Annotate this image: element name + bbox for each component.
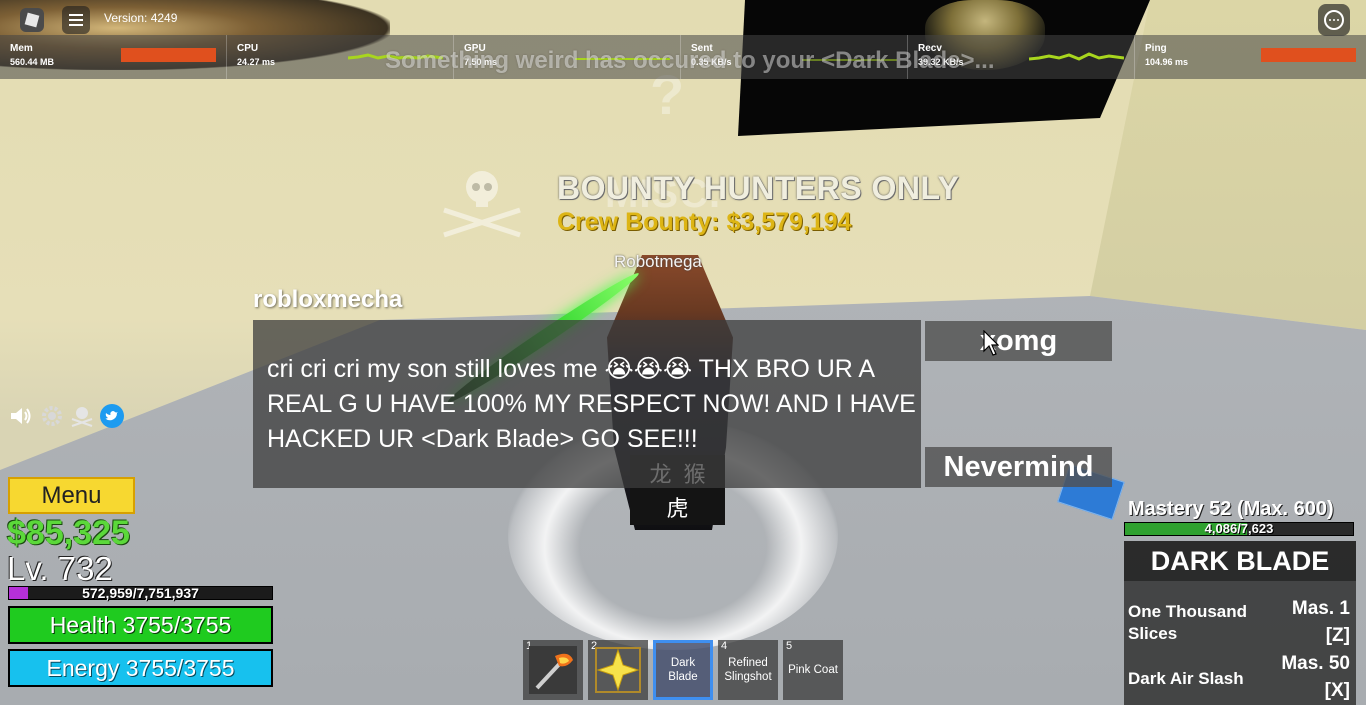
player-nametag: Robotmega	[614, 252, 702, 271]
speaker-icon[interactable]	[9, 404, 33, 428]
move-dark-air-slash[interactable]: Dark Air Slash Mas. 50 [X]	[1124, 648, 1356, 701]
stat-label: CPU	[237, 43, 259, 54]
chat-icon-line	[69, 24, 83, 26]
hotbar-slot-5[interactable]: 5 Pink Coat	[783, 640, 843, 700]
crew-skull-icon[interactable]	[70, 404, 94, 428]
dialog-option-nevermind[interactable]: Nevermind	[925, 447, 1112, 487]
mastery-bar: 4,086/7,623	[1124, 521, 1354, 536]
move-mastery: Mas. 50	[1281, 653, 1350, 674]
chat-toggle-button[interactable]	[62, 6, 90, 34]
hotbar-slot-2[interactable]: 2	[588, 640, 648, 700]
move-name: One Thousand Slices	[1128, 602, 1247, 643]
bounty-hunters-title: BOUNTY HUNTERS ONLY	[557, 170, 960, 206]
roblox-menu-button[interactable]	[20, 8, 44, 32]
gear-icon[interactable]	[40, 404, 64, 428]
weapon-panel: DARK BLADE One Thousand Slices Mas. 1 [Z…	[1124, 541, 1356, 705]
mastery-title: Mastery 52 (Max. 600)	[1128, 498, 1334, 520]
slot-label: Refined Slingshot	[724, 657, 772, 683]
chat-icon	[69, 14, 83, 16]
dialog-text: cri cri cri my son still loves me 😭😭😭 TH…	[267, 355, 916, 453]
stat-graph	[121, 48, 216, 62]
twitter-icon[interactable]	[100, 404, 124, 428]
more-options-button[interactable]	[1318, 4, 1350, 36]
stat-value: 24.27 ms	[237, 57, 276, 67]
hack-notice: Something weird has occured to your <Dar…	[385, 47, 995, 74]
hotbar-slot-1[interactable]: 1	[523, 640, 583, 700]
kanji-tiger: 虎	[666, 497, 689, 522]
stat-label: Ping	[1145, 43, 1167, 54]
stat-value: 104.96 ms	[1145, 57, 1189, 67]
dialog-option-xomg[interactable]: xomg	[925, 321, 1112, 361]
ellipsis-icon	[1324, 10, 1344, 30]
health-text: Health 3755/3755	[49, 611, 232, 638]
hotbar-slot-4[interactable]: 4 Refined Slingshot	[718, 640, 778, 700]
dialog-speaker: robloxmecha	[253, 286, 403, 313]
stat-value: 560.44 MB	[10, 57, 55, 67]
health-bar: Health 3755/3755	[8, 606, 273, 644]
roblox-logo-icon	[24, 12, 40, 28]
weapon-name: DARK BLADE	[1124, 541, 1356, 581]
stat-graph	[1261, 48, 1356, 62]
dialog-box: cri cri cri my son still loves me 😭😭😭 TH…	[253, 320, 921, 488]
move-name: Dark Air Slash	[1128, 669, 1244, 688]
stat-graph	[1029, 52, 1124, 61]
mastery-text: 4,086/7,623	[1204, 521, 1274, 536]
slot-label: Pink Coat	[788, 664, 838, 676]
energy-text: Energy 3755/3755	[46, 654, 235, 681]
menu-button[interactable]: Menu	[8, 477, 135, 514]
money-counter: $85,325	[7, 514, 130, 552]
level-label: Lv. 732	[7, 550, 113, 587]
stat-mem: Mem 560.44 MB	[0, 35, 227, 79]
move-key: [Z]	[1325, 625, 1350, 646]
xp-bar: 572,959/7,751,937	[8, 585, 273, 601]
flame-sword-icon	[529, 646, 577, 694]
hotbar-slot-3[interactable]: 3 Dark Blade	[653, 640, 713, 700]
energy-bar: Energy 3755/3755	[8, 649, 273, 687]
crew-bounty: Crew Bounty: $3,579,194	[557, 208, 852, 236]
move-mastery: Mas. 1	[1291, 598, 1350, 619]
mouse-cursor-icon	[983, 330, 999, 356]
xp-text: 572,959/7,751,937	[82, 585, 199, 601]
move-one-thousand-slices[interactable]: One Thousand Slices Mas. 1 [Z]	[1124, 593, 1356, 646]
version-label: Version: 4249	[104, 11, 178, 25]
skull-crossbones-icon	[443, 171, 521, 238]
star-fruit-icon	[595, 647, 641, 693]
slot-label: Dark Blade	[668, 657, 698, 683]
move-key: [X]	[1324, 680, 1350, 701]
chat-icon-line	[69, 19, 83, 21]
stat-ping: Ping 104.96 ms	[1135, 35, 1366, 79]
stat-label: Mem	[10, 43, 33, 54]
